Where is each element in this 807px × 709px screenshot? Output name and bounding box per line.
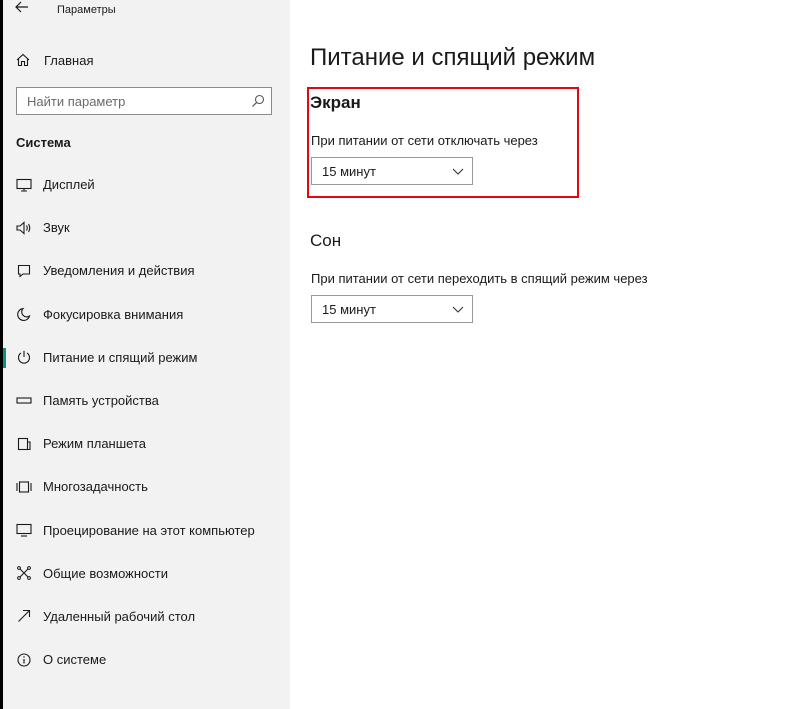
sidebar-item-storage[interactable]: Память устройства [3,379,290,422]
sidebar-item-label: Уведомления и действия [43,263,195,279]
sidebar-nav: Дисплей Звук Уведомления и действия Фоку… [3,163,290,681]
sidebar-item-label: Память устройства [43,393,159,409]
arrow-left-icon [15,1,28,13]
sidebar-item-display[interactable]: Дисплей [3,163,290,206]
info-icon [15,651,33,669]
sidebar-item-notifications[interactable]: Уведомления и действия [3,249,290,292]
sidebar-item-label: Проецирование на этот компьютер [43,522,255,538]
remote-desktop-icon [15,607,33,625]
home-icon [15,52,31,68]
sidebar-item-label: Многозадачность [43,479,148,495]
speaker-icon [15,219,33,237]
sidebar-item-label: Питание и спящий режим [43,349,198,365]
shared-icon [15,564,33,582]
app-title: Параметры [57,4,116,16]
display-icon [15,176,33,194]
sidebar-item-power-sleep[interactable]: Питание и спящий режим [3,336,290,379]
sidebar-item-label: Главная [44,52,94,68]
sidebar-item-home[interactable]: Главная [15,50,93,70]
sidebar-item-label: Режим планшета [43,436,146,452]
tablet-icon [15,435,33,453]
multitasking-icon [15,478,33,496]
sidebar-item-label: Дисплей [43,177,95,193]
sleep-timeout-dropdown[interactable]: 15 минут [311,295,473,323]
screen-timeout-dropdown[interactable]: 15 минут [311,157,473,185]
search-input[interactable] [17,88,253,114]
power-icon [15,348,33,366]
main-content: Питание и спящий режим Экран При питании… [290,0,807,709]
sidebar-item-shared-experiences[interactable]: Общие возможности [3,552,290,595]
sidebar-item-projecting[interactable]: Проецирование на этот компьютер [3,509,290,552]
notification-icon [15,262,33,280]
search-icon[interactable] [251,94,265,108]
sidebar-item-sound[interactable]: Звук [3,206,290,249]
moon-icon [15,305,33,323]
title-bar: Параметры [3,0,290,22]
chevron-down-icon [452,168,464,175]
screen-section-title: Экран [310,93,361,112]
projecting-icon [15,521,33,539]
sidebar-item-multitasking[interactable]: Многозадачность [3,465,290,508]
sidebar-item-focus-assist[interactable]: Фокусировка внимания [3,293,290,336]
sidebar-item-remote-desktop[interactable]: Удаленный рабочий стол [3,595,290,638]
sidebar-item-tablet-mode[interactable]: Режим планшета [3,422,290,465]
screen-timeout-label: При питании от сети отключать через [311,133,538,148]
sidebar-item-label: Звук [43,220,70,236]
sidebar-item-label: Фокусировка внимания [43,306,184,322]
sleep-timeout-label: При питании от сети переходить в спящий … [311,271,648,286]
storage-icon [15,392,33,410]
sidebar-item-about[interactable]: О системе [3,638,290,681]
back-button[interactable] [15,1,35,17]
search-box [16,87,272,115]
section-title: Система [16,135,71,150]
settings-window: Параметры Главная Система Дисп [3,0,807,709]
sidebar-item-label: О системе [43,652,107,668]
page-title: Питание и спящий режим [310,44,596,71]
sidebar-item-label: Общие возможности [43,565,169,581]
dropdown-value: 15 минут [322,164,376,179]
sleep-section-title: Сон [310,231,342,250]
chevron-down-icon [452,306,464,313]
dropdown-value: 15 минут [322,302,376,317]
sidebar-item-label: Удаленный рабочий стол [43,608,196,624]
sidebar: Параметры Главная Система Дисп [3,0,290,709]
